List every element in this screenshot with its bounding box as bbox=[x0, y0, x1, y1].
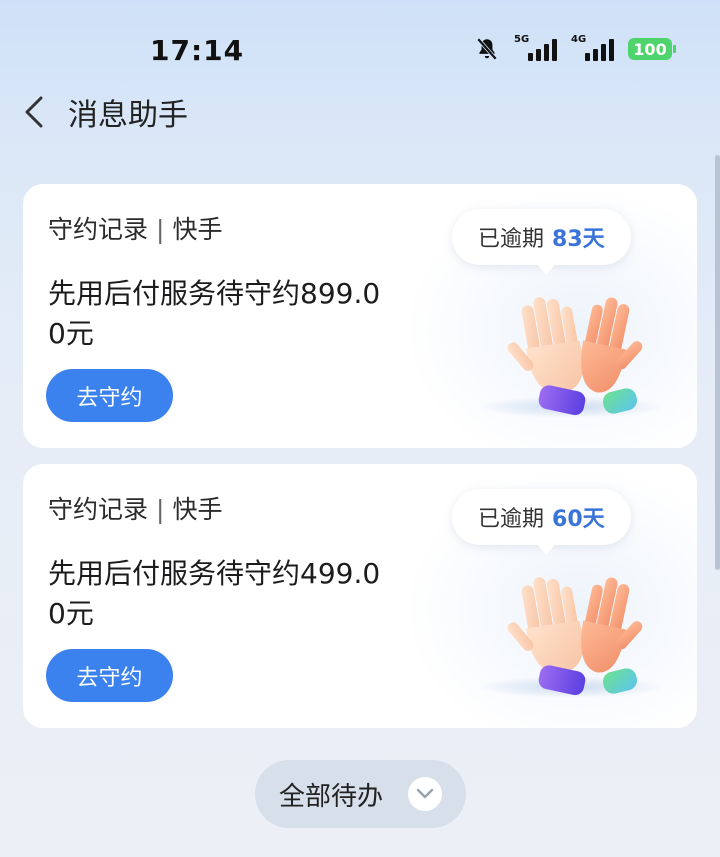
status-icons: 5G 4G 100 bbox=[474, 34, 676, 62]
header-separator: | bbox=[156, 495, 165, 524]
overdue-label: 已逾期 bbox=[478, 507, 545, 532]
signal-5g-icon: 5G bbox=[514, 34, 557, 61]
chevron-down-icon bbox=[408, 777, 442, 811]
source-label: 快手 bbox=[172, 495, 223, 524]
network-type-1: 5G bbox=[514, 34, 530, 45]
fulfill-button[interactable]: 去守约 bbox=[46, 649, 173, 702]
signal-4g-icon: 4G bbox=[571, 34, 614, 61]
battery-level: 100 bbox=[633, 39, 667, 59]
overdue-days: 83天 bbox=[552, 227, 605, 252]
card-header: 守约记录 | 快手 bbox=[48, 210, 222, 246]
record-label: 守约记录 bbox=[48, 215, 149, 244]
bell-off-icon bbox=[476, 37, 498, 61]
overdue-label: 已逾期 bbox=[478, 227, 545, 252]
all-todo-label: 全部待办 bbox=[279, 781, 384, 812]
todo-card[interactable]: 守约记录 | 快手 先用后付服务待守约899.00元 去守约 已逾期 83天 bbox=[23, 184, 697, 448]
overdue-bubble: 已逾期 60天 bbox=[452, 489, 631, 555]
back-arrow-icon bbox=[25, 96, 43, 128]
battery-icon: 100 bbox=[628, 38, 676, 60]
overdue-bubble: 已逾期 83天 bbox=[452, 209, 631, 275]
nav-bar: 消息助手 bbox=[0, 80, 720, 140]
network-type-2: 4G bbox=[571, 34, 587, 45]
all-todo-button[interactable]: 全部待办 bbox=[255, 760, 466, 828]
status-time: 17:14 bbox=[150, 34, 245, 67]
scrollbar[interactable] bbox=[715, 155, 720, 570]
overdue-days: 60天 bbox=[552, 507, 605, 532]
page-title: 消息助手 bbox=[68, 98, 188, 133]
high-five-hands-icon bbox=[507, 577, 643, 696]
header-separator: | bbox=[156, 215, 165, 244]
back-button[interactable] bbox=[18, 94, 50, 130]
card-message: 先用后付服务待守约499.00元 bbox=[48, 557, 381, 630]
source-label: 快手 bbox=[172, 215, 223, 244]
todo-card[interactable]: 守约记录 | 快手 先用后付服务待守约499.00元 去守约 已逾期 60天 bbox=[23, 464, 697, 728]
high-five-hands-icon bbox=[507, 297, 643, 416]
card-message: 先用后付服务待守约899.00元 bbox=[48, 277, 381, 350]
record-label: 守约记录 bbox=[48, 495, 149, 524]
card-header: 守约记录 | 快手 bbox=[48, 490, 222, 526]
fulfill-button[interactable]: 去守约 bbox=[46, 369, 173, 422]
